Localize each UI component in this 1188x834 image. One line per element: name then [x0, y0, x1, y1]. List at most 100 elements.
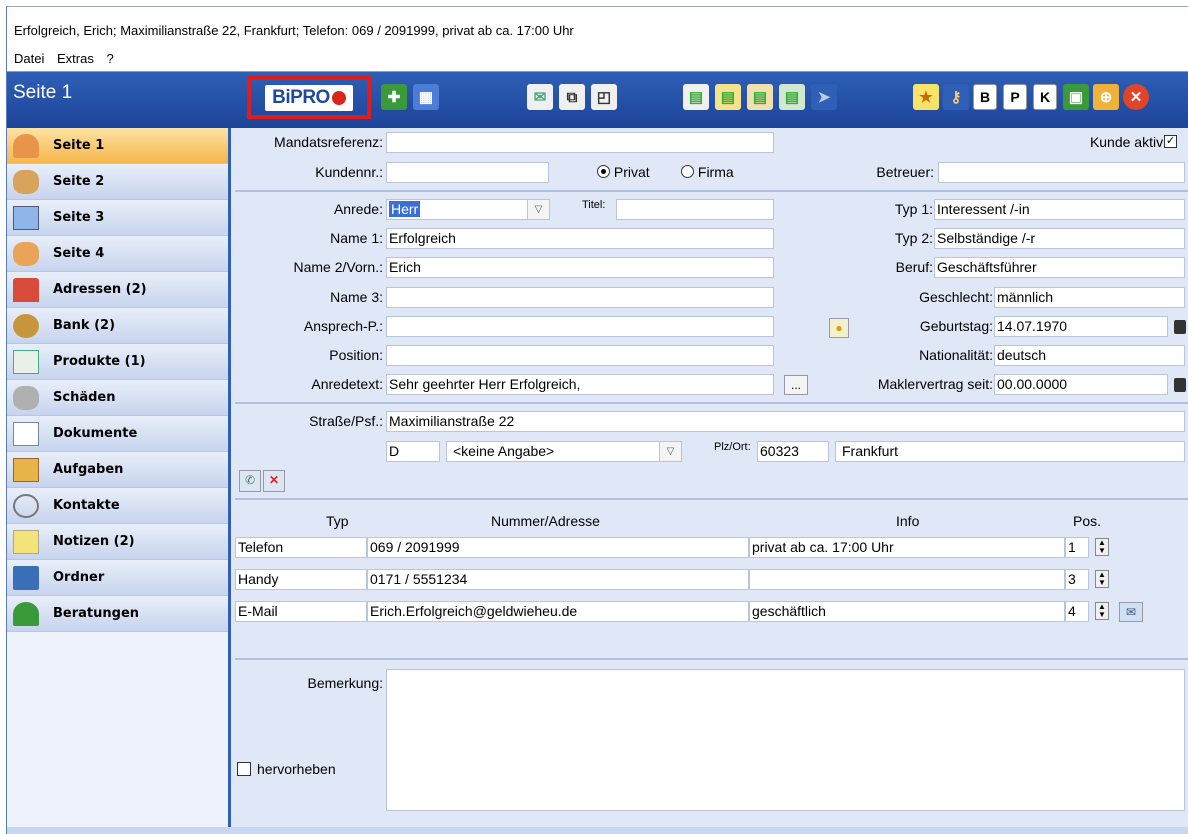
new-document-icon[interactable]: ▤	[683, 84, 709, 110]
kunde-aktiv-checkbox[interactable]: ✓	[1164, 135, 1177, 148]
ansprech-label: Ansprech-P.:	[303, 318, 383, 334]
typ1-input[interactable]: Interessent /-in	[934, 199, 1185, 220]
contact-info-3[interactable]: geschäftlich	[749, 601, 1065, 622]
sidebar-item-notizen[interactable]: Notizen (2)	[7, 524, 228, 560]
house-icon	[13, 278, 39, 302]
sidebar-item-aufgaben[interactable]: Aufgaben	[7, 452, 228, 488]
sidebar-item-seite-2[interactable]: Seite 2	[7, 164, 228, 200]
sidebar-item-adressen[interactable]: Adressen (2)	[7, 272, 228, 308]
sidebar-item-dokumente[interactable]: Dokumente	[7, 416, 228, 452]
sidebar-item-seite-3[interactable]: Seite 3	[7, 200, 228, 236]
contact-pos-3[interactable]: 4	[1065, 601, 1089, 622]
lightbulb-icon[interactable]: ●	[829, 318, 849, 338]
mail-compose-icon[interactable]: ✉	[1119, 602, 1143, 622]
strasse-input[interactable]: Maximilianstraße 22	[386, 411, 1185, 432]
name1-input[interactable]: Erfolgreich	[386, 228, 774, 249]
tree-plus-icon[interactable]: ✚	[381, 84, 407, 110]
anredetext-ellipsis-button[interactable]: ...	[784, 375, 808, 395]
name2-label: Name 2/Vorn.:	[293, 259, 384, 275]
sidebar-item-seite-1[interactable]: Seite 1	[7, 128, 228, 164]
geburtstag-label: Geburtstag:	[919, 318, 993, 334]
new-list-icon[interactable]: ▤	[779, 84, 805, 110]
name2-input[interactable]: Erich	[386, 257, 774, 278]
contact-typ-2[interactable]: Handy	[235, 569, 367, 590]
menu-bar: Datei Extras ?	[7, 51, 1188, 71]
contact-info-1[interactable]: privat ab ca. 17:00 Uhr	[749, 537, 1065, 558]
contact-nummer-2[interactable]: 0171 / 5551234	[367, 569, 749, 590]
k-button[interactable]: K	[1033, 84, 1057, 110]
betreuer-input[interactable]	[938, 162, 1185, 183]
nationalitaet-input[interactable]: deutsch	[994, 345, 1185, 366]
new-note-icon[interactable]: ▤	[715, 84, 741, 110]
mail-add-icon[interactable]: ✉	[527, 84, 553, 110]
sidebar-item-seite-4[interactable]: Seite 4	[7, 236, 228, 272]
app-window: Erfolgreich, Erich; Maximilianstraße 22,…	[6, 6, 1188, 834]
save-icon[interactable]: ▣	[1063, 84, 1089, 110]
col-header-nummer: Nummer/Adresse	[491, 513, 600, 529]
calculator-icon[interactable]: ▦	[413, 84, 439, 110]
close-icon[interactable]: ✕	[1123, 84, 1149, 110]
bipro-button[interactable]: BiPRO	[247, 76, 371, 119]
ansprech-input[interactable]	[386, 316, 774, 337]
spinner-icon[interactable]: ▲ ▼	[1095, 602, 1109, 620]
contact-typ-1[interactable]: Telefon	[235, 537, 367, 558]
calendar-icon[interactable]	[1174, 320, 1186, 334]
sidebar-item-kontakte[interactable]: Kontakte	[7, 488, 228, 524]
privat-radio[interactable]: Privat	[597, 164, 650, 180]
sidebar-item-beratungen[interactable]: Beratungen	[7, 596, 228, 632]
firma-radio[interactable]: Firma	[681, 164, 734, 180]
kundennr-input[interactable]	[386, 162, 549, 183]
typ2-input[interactable]: Selbständige /-r	[934, 228, 1185, 249]
menu-datei[interactable]: Datei	[14, 51, 44, 66]
strasse-label: Straße/Psf.:	[309, 413, 383, 429]
anrede-select[interactable]: Herr ▽	[386, 199, 550, 220]
plz-input[interactable]: 60323	[757, 441, 829, 462]
bemerkung-textarea[interactable]	[386, 669, 1185, 811]
titel-input[interactable]	[616, 199, 774, 220]
region-select[interactable]: <keine Angabe> ▽	[446, 441, 682, 462]
ort-input[interactable]: Frankfurt	[835, 441, 1185, 462]
position-label: Position:	[329, 347, 383, 363]
phone-add-icon[interactable]: ✆	[239, 470, 261, 492]
star-folder-icon[interactable]: ★	[913, 84, 939, 110]
hervorheben-checkbox[interactable]	[237, 762, 251, 776]
geschlecht-input[interactable]: männlich	[994, 287, 1185, 308]
sidebar-item-produkte[interactable]: Produkte (1)	[7, 344, 228, 380]
contact-pos-2[interactable]: 3	[1065, 569, 1089, 590]
main-panel: Mandatsreferenz: Kunde aktiv: ✓ Kundennr…	[231, 128, 1188, 834]
users-key-icon[interactable]: ⚷	[943, 84, 969, 110]
spinner-icon[interactable]: ▲ ▼	[1095, 538, 1109, 556]
contact-nummer-1[interactable]: 069 / 2091999	[367, 537, 749, 558]
anredetext-input[interactable]: Sehr geehrter Herr Erfolgreich,	[386, 374, 774, 395]
menu-help[interactable]: ?	[106, 51, 113, 66]
name3-input[interactable]	[386, 287, 774, 308]
new-task-icon[interactable]: ▤	[747, 84, 773, 110]
mandat-input[interactable]	[386, 132, 774, 153]
sidebar-item-schaeden[interactable]: Schäden	[7, 380, 228, 416]
mail-forward-icon[interactable]: ⧉	[559, 84, 585, 110]
contact-nummer-3[interactable]: Erich.Erfolgreich@geldwieheu.de	[367, 601, 749, 622]
status-bar	[7, 827, 1188, 834]
menu-extras[interactable]: Extras	[57, 51, 94, 66]
scanner-icon[interactable]: ➤	[811, 84, 837, 110]
geschlecht-label: Geschlecht:	[919, 289, 993, 305]
contact-info-2[interactable]	[749, 569, 1065, 590]
delete-icon[interactable]: ✕	[263, 470, 285, 492]
p-button[interactable]: P	[1003, 84, 1027, 110]
resize-icon[interactable]: ⊕	[1093, 84, 1119, 110]
geburtstag-input[interactable]: 14.07.1970	[994, 316, 1168, 337]
b-button[interactable]: B	[973, 84, 997, 110]
separator	[235, 658, 1188, 660]
position-input[interactable]	[386, 345, 774, 366]
spinner-icon[interactable]: ▲ ▼	[1095, 570, 1109, 588]
contact-typ-3[interactable]: E-Mail	[235, 601, 367, 622]
contact-pos-1[interactable]: 1	[1065, 537, 1089, 558]
land-input[interactable]: D	[386, 441, 440, 462]
calendar-icon[interactable]	[1174, 378, 1186, 392]
maklervertrag-input[interactable]: 00.00.0000	[994, 374, 1168, 395]
document-link-icon[interactable]: ◰	[591, 84, 617, 110]
sidebar-item-ordner[interactable]: Ordner	[7, 560, 228, 596]
beruf-input[interactable]: Geschäftsführer	[934, 257, 1185, 278]
sidebar-item-bank[interactable]: Bank (2)	[7, 308, 228, 344]
separator	[235, 190, 1188, 192]
